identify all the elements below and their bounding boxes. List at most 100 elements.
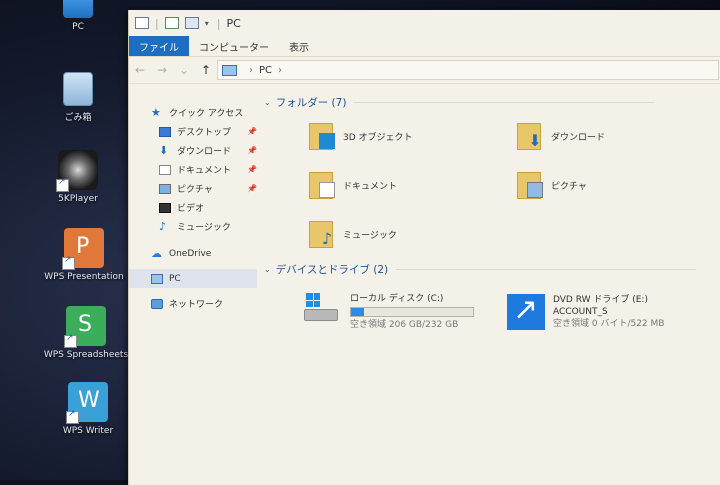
documents-icon (159, 164, 171, 175)
folder-label: ミュージック (343, 230, 397, 241)
address-bar[interactable]: › PC › (217, 60, 719, 80)
dvd-drive-icon: ↗ (507, 292, 545, 330)
nav-label: PC (169, 273, 181, 284)
desktop-icon-wps-spreadsheets[interactable]: S WPS Spreadsheets (36, 306, 136, 360)
shortcut-arrow-icon (56, 177, 69, 192)
divider (396, 269, 697, 270)
collapse-chevron-icon[interactable]: ⌄ (264, 98, 271, 107)
group-heading: デバイスとドライブ (2) (275, 264, 389, 276)
recent-dropdown-icon[interactable]: ⌄ (173, 63, 195, 77)
desktop-icon-5kplayer[interactable]: 5KPlayer (28, 150, 128, 204)
properties-icon[interactable] (164, 17, 179, 29)
ribbon-tabs: ファイル コンピューター 表示 (129, 36, 720, 57)
folder-label: ドキュメント (343, 181, 398, 192)
3d-objects-icon (309, 121, 335, 151)
window-title: PC (226, 16, 241, 30)
navigation-pane: ★ クイック アクセス デスクトップ 📌 ⬇ ダウンロード 📌 ドキュメント 📌… (129, 103, 257, 483)
content-area: ⌄ フォルダー (7) 3D オブジェクト ⬇ ダウンロード ドキュメント ピク… (264, 93, 720, 473)
desktop-icon-label: WPS Spreadsheets (43, 350, 129, 360)
nav-label: ピクチャ (177, 185, 213, 195)
5kplayer-icon (56, 150, 98, 192)
quick-access-dropdown-icon[interactable]: ▾ (205, 19, 209, 28)
nav-item-network[interactable]: ネットワーク (129, 294, 257, 313)
downloads-folder-icon: ⬇ (517, 121, 543, 151)
nav-item-pictures[interactable]: ピクチャ 📌 (129, 179, 257, 198)
pin-icon[interactable]: 📌 (247, 127, 257, 136)
desktop-icon-wps-presentation[interactable]: P WPS Presentation (34, 228, 134, 282)
breadcrumb-pc[interactable]: PC (259, 65, 272, 76)
title-bar: | ▾ | PC (129, 10, 720, 36)
tab-file[interactable]: ファイル (129, 36, 189, 56)
music-folder-icon: ♪ (309, 219, 335, 249)
folder-3d-objects[interactable]: 3D オブジェクト (309, 121, 413, 151)
pin-icon[interactable]: 📌 (247, 184, 257, 193)
folder-label: ダウンロード (551, 132, 606, 143)
drive-free-space: 空き領域 0 バイト/522 MB (553, 319, 665, 329)
drive-free-space: 空き領域 206 GB/232 GB (350, 320, 459, 330)
drive-local-c[interactable]: ローカル ディスク (C:) 空き領域 206 GB/232 GB (304, 293, 474, 331)
breadcrumb-chevron-icon[interactable]: › (249, 65, 253, 76)
tab-view[interactable]: 表示 (279, 36, 319, 56)
collapse-chevron-icon[interactable]: ⌄ (264, 265, 271, 274)
drive-dvd-e[interactable]: ↗ DVD RW ドライブ (E:) ACCOUNT_S 空き領域 0 バイト/… (507, 292, 665, 330)
shortcut-arrow-icon (62, 255, 75, 270)
forward-arrow-icon[interactable]: → (151, 63, 173, 77)
pin-icon[interactable]: 📌 (247, 165, 257, 174)
nav-item-onedrive[interactable]: ☁ OneDrive (129, 244, 257, 263)
music-icon: ♪ (159, 219, 167, 233)
desktop-icon-recycle-bin[interactable]: ごみ箱 (28, 72, 128, 123)
wps-writer-icon: W (66, 382, 108, 424)
desktop-icon-label: 5KPlayer (58, 194, 98, 204)
nav-item-music[interactable]: ♪ ミュージック (129, 217, 257, 236)
drive-label: ローカル ディスク (C:) (350, 294, 444, 304)
folder-documents[interactable]: ドキュメント (309, 170, 397, 200)
desktop-icon-label: PC (72, 22, 84, 32)
nav-item-videos[interactable]: ビデオ (129, 198, 257, 217)
pc-icon (151, 273, 163, 284)
tab-computer[interactable]: コンピューター (189, 36, 279, 56)
breadcrumb-chevron-icon[interactable]: › (278, 65, 282, 76)
nav-quick-access[interactable]: ★ クイック アクセス (129, 103, 257, 122)
nav-item-pc[interactable]: PC (129, 269, 257, 288)
nav-item-downloads[interactable]: ⬇ ダウンロード 📌 (129, 141, 257, 160)
capacity-bar (350, 307, 474, 317)
folder-pictures[interactable]: ピクチャ (517, 170, 587, 200)
wps-spreadsheets-icon: S (64, 306, 106, 348)
nav-label: ドキュメント (177, 166, 232, 176)
windows-logo-icon (306, 293, 320, 307)
address-row: ← → ⌄ ↑ › PC › (129, 57, 720, 84)
pc-icon (63, 0, 93, 18)
drive-label: DVD RW ドライブ (E:) (553, 295, 648, 305)
nav-label: OneDrive (169, 248, 212, 259)
documents-folder-icon (309, 170, 335, 200)
wps-presentation-icon: P (62, 228, 104, 270)
divider: | (216, 16, 221, 30)
desktop-icon-label: WPS Writer (62, 426, 114, 436)
pin-icon[interactable]: 📌 (247, 146, 257, 155)
nav-item-desktop[interactable]: デスクトップ 📌 (129, 122, 257, 141)
local-disk-icon (304, 293, 342, 327)
desktop-icon-wps-writer[interactable]: W WPS Writer (38, 382, 138, 436)
up-arrow-icon[interactable]: ↑ (195, 63, 217, 77)
drives-group-header[interactable]: ⌄ デバイスとドライブ (2) (264, 262, 697, 277)
nav-label: クイック アクセス (169, 109, 244, 119)
download-icon: ⬇ (159, 143, 169, 157)
desktop-icon-label: ごみ箱 (64, 113, 92, 123)
volume-label: ACCOUNT_S (553, 307, 608, 317)
back-arrow-icon[interactable]: ← (129, 63, 151, 77)
desktop-icon (159, 126, 171, 137)
folder-music[interactable]: ♪ ミュージック (309, 219, 397, 249)
star-icon: ★ (151, 105, 161, 119)
shortcut-arrow-icon (66, 409, 79, 424)
nav-item-documents[interactable]: ドキュメント 📌 (129, 160, 257, 179)
cloud-icon: ☁ (151, 246, 162, 260)
desktop-icon-pc[interactable]: PC (28, 0, 128, 32)
videos-icon (159, 202, 171, 213)
desktop-icon-label: WPS Presentation (44, 272, 124, 282)
folder-label: ピクチャ (551, 181, 587, 192)
new-folder-icon[interactable] (184, 17, 199, 29)
folder-downloads[interactable]: ⬇ ダウンロード (517, 121, 605, 151)
folders-group-header[interactable]: ⌄ フォルダー (7) (264, 95, 655, 110)
nav-label: ダウンロード (177, 147, 232, 157)
